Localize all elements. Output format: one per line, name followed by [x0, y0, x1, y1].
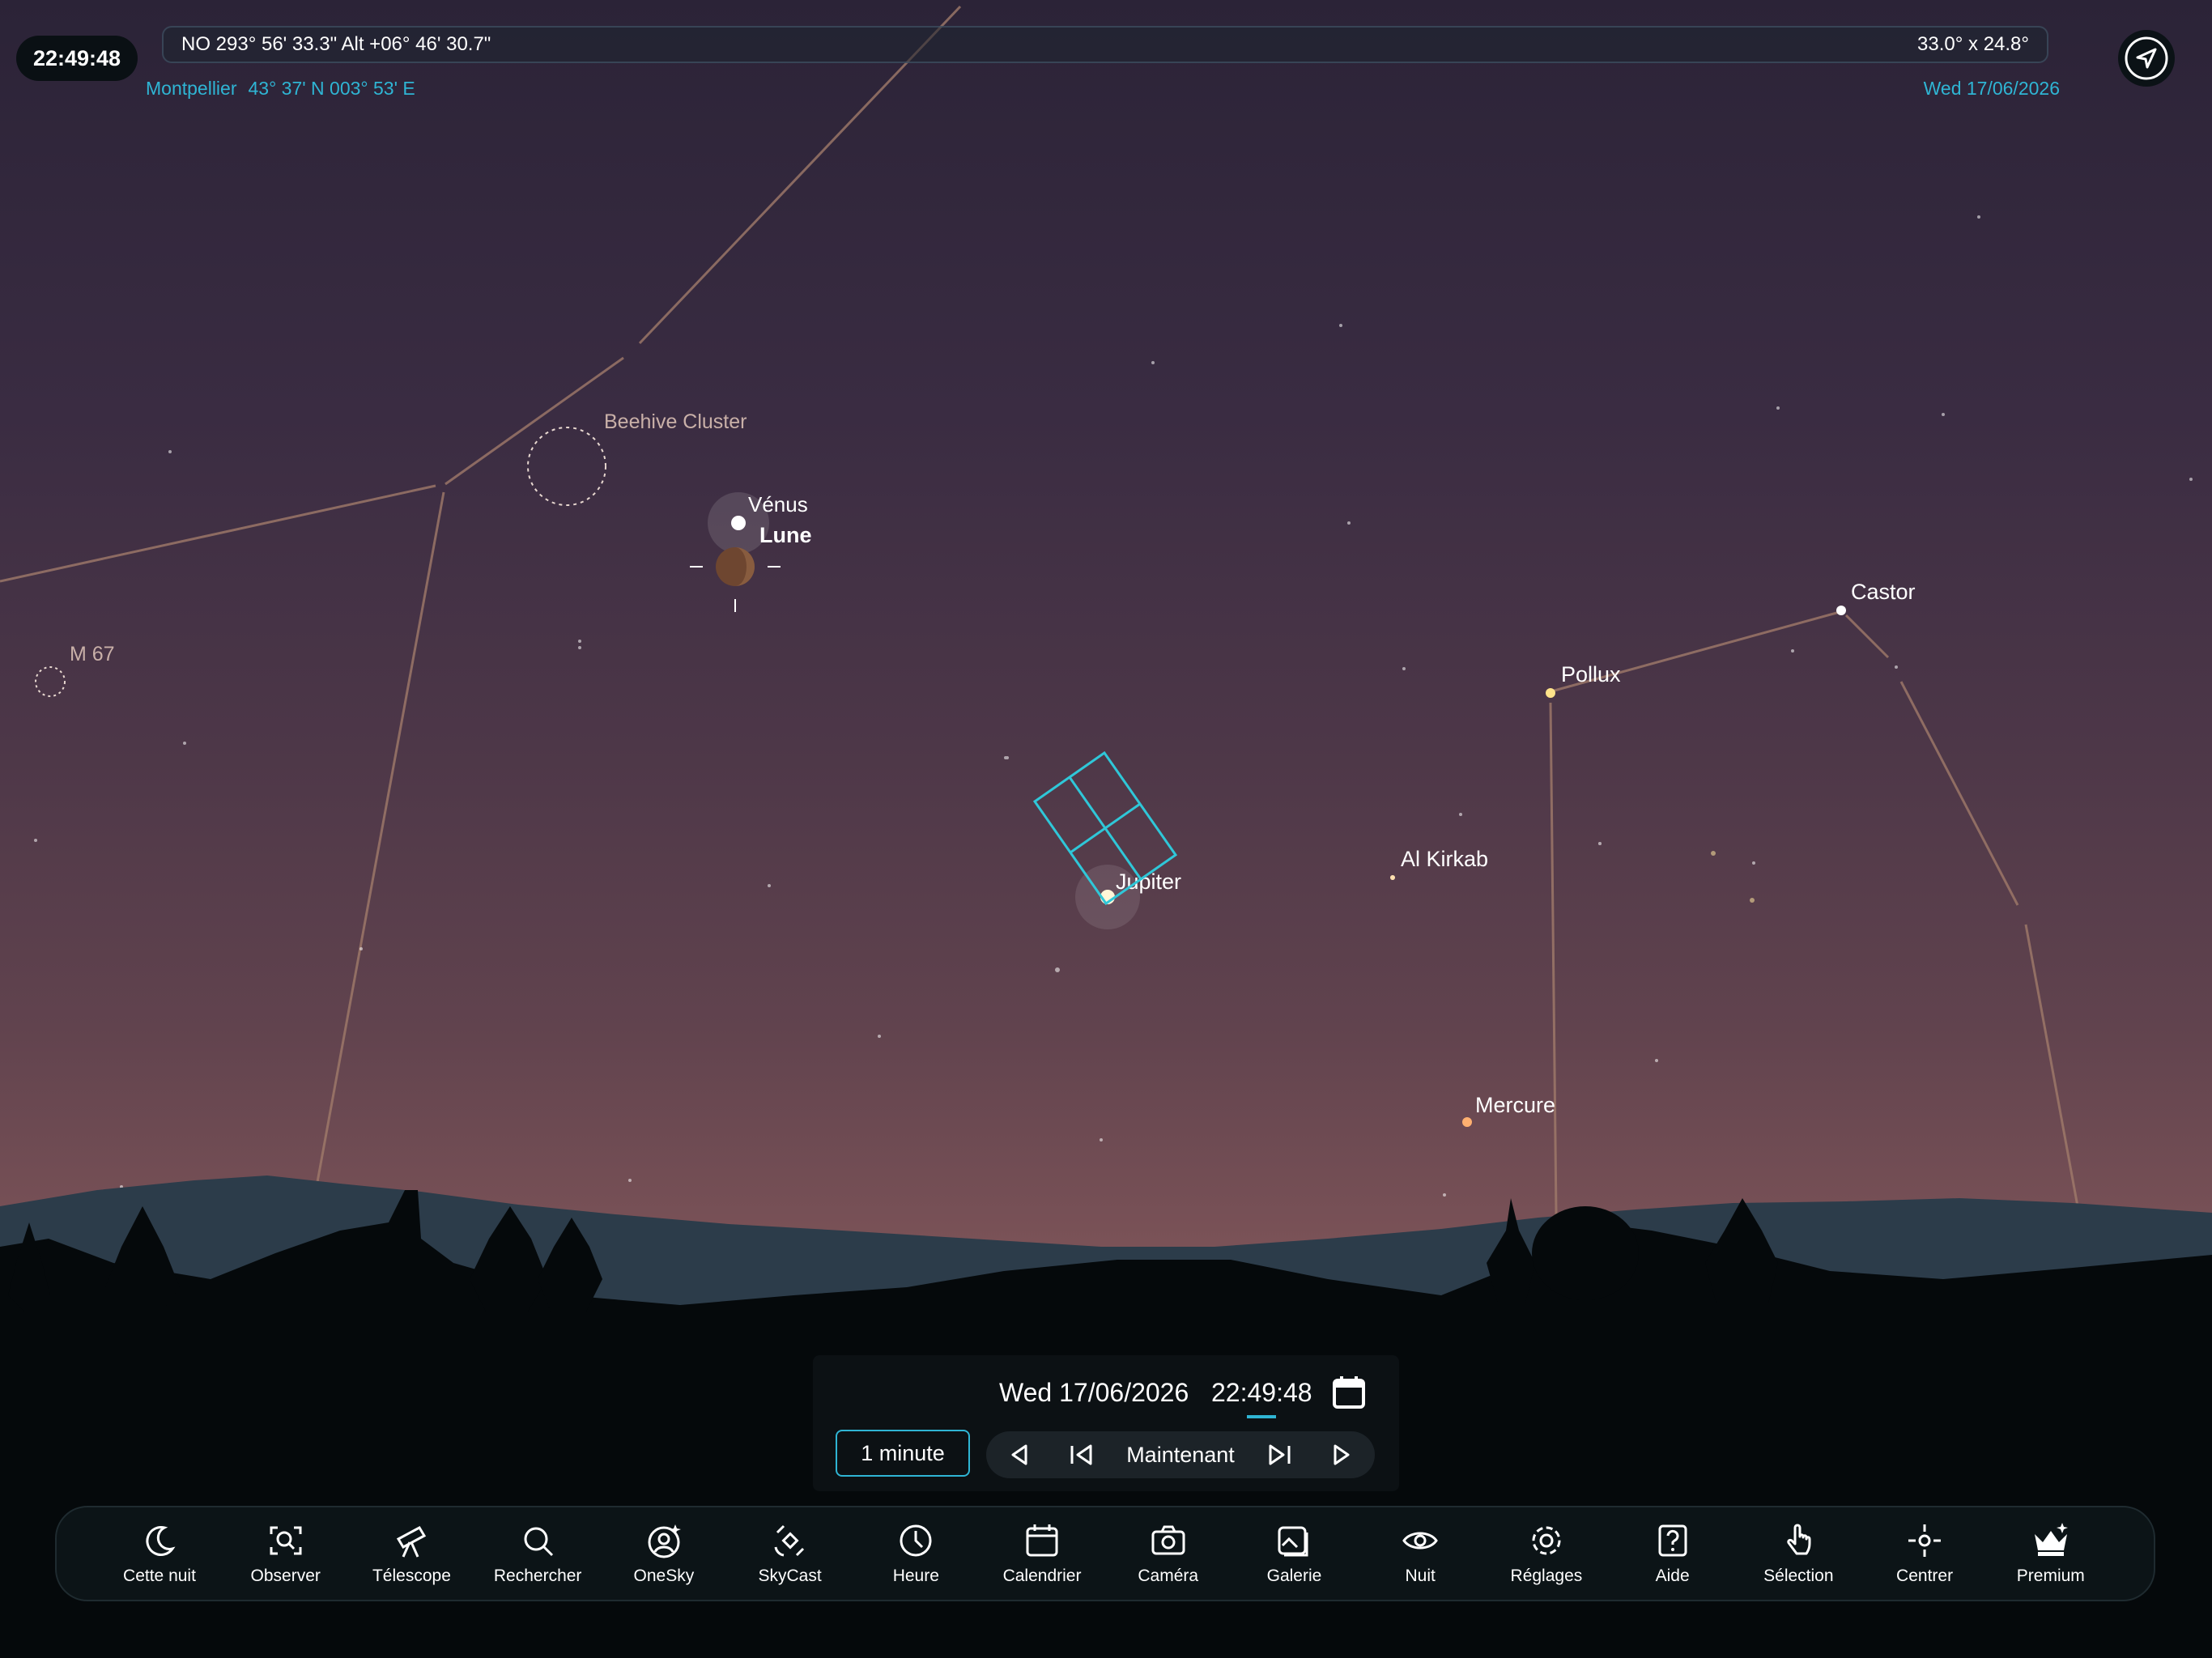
tool-skycast[interactable]: SkyCast	[730, 1521, 851, 1586]
header-date[interactable]: Wed 17/06/2026	[1924, 78, 2060, 100]
tool-nuit[interactable]: Nuit	[1359, 1521, 1481, 1586]
al-kirkab-label[interactable]: Al Kirkab	[1401, 847, 1488, 871]
time-panel-date[interactable]: Wed 17/06/2026	[999, 1378, 1189, 1408]
navigation-arrow-icon	[2125, 36, 2168, 80]
mercure-label[interactable]: Mercure	[1475, 1093, 1555, 1117]
time-control-panel: Wed 17/06/2026 22:49:48 1 minute Mainten…	[813, 1355, 1399, 1491]
tool-label: Centrer	[1896, 1567, 1954, 1585]
beehive-label[interactable]: Beehive Cluster	[604, 410, 747, 433]
location-info[interactable]: Montpellier 43° 37' N 003° 53' E	[146, 78, 427, 100]
tool-label: Premium	[2016, 1567, 2085, 1585]
satellite-icon	[774, 1524, 804, 1557]
m67-marker[interactable]	[35, 666, 66, 697]
clock-icon	[900, 1524, 932, 1557]
tool-camera[interactable]: Caméra	[1108, 1521, 1229, 1586]
crown-icon	[2034, 1523, 2068, 1556]
help-icon	[1658, 1524, 1687, 1557]
gallery-icon	[1278, 1526, 1308, 1557]
tool-label: Galerie	[1266, 1567, 1322, 1585]
tool-label: Cette nuit	[123, 1567, 196, 1585]
tool-label: Sélection	[1763, 1567, 1834, 1585]
skip-forward-button[interactable]	[1263, 1439, 1295, 1471]
current-time-badge: 22:49:48	[16, 36, 138, 81]
tool-heure[interactable]: Heure	[855, 1521, 976, 1586]
location-coords: 43° 37' N 003° 53' E	[248, 78, 415, 99]
venus-label[interactable]: Vénus	[748, 492, 808, 517]
tool-selection[interactable]: Sélection	[1738, 1521, 1859, 1586]
tool-label: OneSky	[633, 1567, 695, 1585]
play-forward-icon	[1334, 1444, 1350, 1465]
calendar-picker-button[interactable]	[1331, 1375, 1367, 1410]
pointing-coordinates: NO 293° 56' 33.3" Alt +06° 46' 30.7"	[181, 33, 491, 55]
tool-premium[interactable]: Premium	[1990, 1521, 2112, 1586]
play-backward-icon	[1011, 1444, 1027, 1465]
tool-telescope[interactable]: Télescope	[351, 1521, 472, 1586]
tool-label: Télescope	[372, 1567, 451, 1585]
m67-label[interactable]: M 67	[70, 643, 115, 665]
background-stars	[34, 215, 2193, 1256]
center-target-icon	[1908, 1524, 1942, 1557]
field-of-view: 33.0° x 24.8°	[1917, 33, 2029, 55]
tool-label: Caméra	[1138, 1567, 1199, 1585]
tool-calendrier[interactable]: Calendrier	[981, 1521, 1103, 1586]
skip-back-button[interactable]	[1066, 1439, 1098, 1471]
step-back-button[interactable]	[1004, 1439, 1036, 1471]
camera-icon	[1151, 1525, 1185, 1555]
venus[interactable]	[731, 516, 746, 530]
constellation-lines	[0, 5, 2079, 1215]
compass-mode-button[interactable]	[2118, 30, 2175, 87]
pollux-label[interactable]: Pollux	[1561, 662, 1621, 687]
tool-label: Réglages	[1510, 1567, 1583, 1585]
search-icon	[524, 1527, 554, 1557]
gear-icon	[1532, 1526, 1561, 1555]
tool-observer[interactable]: Observer	[225, 1521, 347, 1586]
moon-label[interactable]: Lune	[759, 523, 812, 547]
tool-cette-nuit[interactable]: Cette nuit	[99, 1521, 220, 1586]
tool-label: SkyCast	[758, 1567, 822, 1585]
time-step-button[interactable]: 1 minute	[836, 1430, 970, 1477]
tool-label: Rechercher	[493, 1567, 582, 1585]
onesky-icon	[648, 1524, 681, 1558]
telescope-icon	[397, 1526, 427, 1558]
time-panel-time[interactable]: 22:49:48	[1211, 1378, 1312, 1408]
step-forward-button[interactable]	[1325, 1439, 1357, 1471]
time-playback-controls: Maintenant	[986, 1431, 1375, 1478]
moon-icon	[146, 1526, 176, 1556]
calendar-icon	[1026, 1524, 1058, 1557]
mercury[interactable]	[1462, 1117, 1472, 1127]
beehive-cluster-marker[interactable]	[527, 427, 606, 506]
tool-label: Calendrier	[1002, 1567, 1082, 1585]
time-field-selection-indicator	[1247, 1415, 1276, 1418]
tool-label: Observer	[250, 1567, 321, 1585]
tool-centrer[interactable]: Centrer	[1864, 1521, 1985, 1586]
tool-galerie[interactable]: Galerie	[1233, 1521, 1355, 1586]
observe-icon	[270, 1526, 302, 1555]
tool-onesky[interactable]: OneSky	[603, 1521, 725, 1586]
location-name: Montpellier	[146, 78, 237, 99]
now-button[interactable]: Maintenant	[1126, 1443, 1235, 1468]
tool-aide[interactable]: Aide	[1612, 1521, 1733, 1586]
tool-label: Heure	[892, 1567, 939, 1585]
night-eye-icon	[1402, 1532, 1438, 1550]
skip-forward-icon	[1269, 1444, 1291, 1465]
tool-label: Nuit	[1405, 1567, 1436, 1585]
castor-label[interactable]: Castor	[1851, 580, 1916, 604]
pointing-info-bar: NO 293° 56' 33.3" Alt +06° 46' 30.7" 33.…	[162, 26, 2048, 63]
skip-backward-icon	[1070, 1444, 1092, 1465]
tool-label: Aide	[1655, 1567, 1690, 1585]
bottom-toolbar: Cette nuit Observer Télescope Rechercher…	[55, 1506, 2155, 1601]
tool-rechercher[interactable]: Rechercher	[477, 1521, 598, 1586]
hand-pointer-icon	[1787, 1524, 1811, 1555]
pollux-star[interactable]	[1546, 688, 1555, 698]
al-kirkab-star[interactable]	[1390, 875, 1395, 880]
castor-star[interactable]	[1836, 606, 1846, 615]
calendar-icon	[1333, 1376, 1365, 1409]
tool-reglages[interactable]: Réglages	[1486, 1521, 1607, 1586]
